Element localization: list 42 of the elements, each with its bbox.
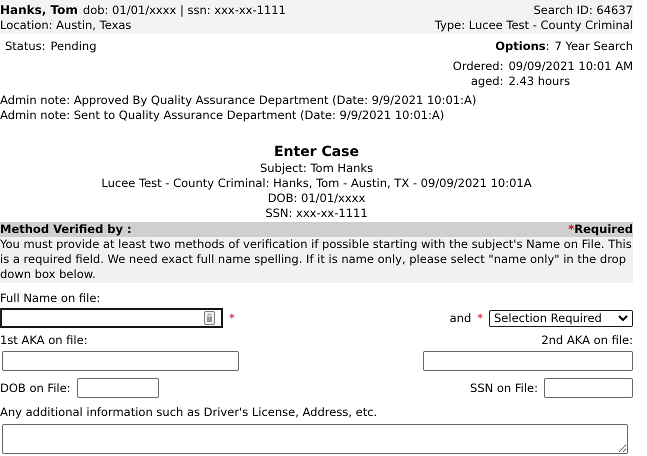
- case-info-line: SSN: xxx-xx-1111: [264, 206, 369, 221]
- options-label: Options: [495, 39, 546, 53]
- ssn-label: SSN on File:: [470, 380, 538, 396]
- aka1-label: 1st AKA on file:: [0, 333, 88, 348]
- status-value: Pending: [50, 39, 97, 53]
- additional-info-label: Any additional information such as Driver's License, Address, etc.: [0, 405, 378, 420]
- location: Location: Austin, Texas: [0, 18, 132, 33]
- subject-name: Hanks, Tom: [0, 3, 78, 17]
- status-label: Status:: [5, 39, 46, 53]
- search-id: Search ID: 64637: [533, 3, 633, 18]
- order-value: 2.43 hours: [508, 74, 572, 89]
- and-label: and: [450, 310, 472, 326]
- case-info-line: DOB: 01/01/xxxx: [266, 191, 366, 206]
- aka2-label: 2nd AKA on file:: [541, 333, 633, 348]
- order-label: aged:: [470, 74, 504, 89]
- full-name-field[interactable]: [0, 308, 223, 328]
- verification-method-select[interactable]: Selection Required: [489, 310, 633, 326]
- required-mark: *: [229, 310, 235, 326]
- method-title: Method Verified by :: [0, 222, 132, 237]
- case-info-line: Subject: Tom Hanks: [258, 161, 374, 176]
- case-title: Enter Case: [272, 143, 360, 161]
- required-note: *Required: [568, 222, 633, 237]
- additional-info-field[interactable]: [2, 424, 628, 454]
- password-manager-icon[interactable]: [204, 311, 215, 325]
- case-info-line: Lucee Test - County Criminal: Hanks, Tom - Austin, TX - 09/09/2021 10:01A: [100, 176, 533, 191]
- instructions-text: You must provide at least two methods of verification if possible starting with the subject's Name on File. This is a required field. We need exact full name spelling. If it is name only, please select "name only" in the drop down box below.: [0, 237, 633, 283]
- options-colon: :: [546, 39, 550, 53]
- full-name-label: Full Name on file:: [0, 291, 102, 306]
- options-value: 7 Year Search: [554, 39, 633, 53]
- search-type: Type: Lucee Test - County Criminal: [434, 18, 633, 33]
- order-label: Ordered:: [452, 59, 504, 74]
- required-mark: *: [477, 310, 483, 326]
- order-value: 09/09/2021 10:01 AM: [508, 59, 633, 74]
- dob-field[interactable]: [76, 378, 159, 398]
- subject-details: dob: 01/01/xxxx | ssn: xxx-xx-1111: [82, 3, 286, 17]
- aka2-field[interactable]: [423, 351, 633, 371]
- dob-label: DOB on File:: [0, 380, 71, 396]
- ssn-field[interactable]: [544, 378, 633, 398]
- admin-note: Admin note: Sent to Quality Assurance Department (Date: 9/9/2021 10:01:A): [0, 108, 446, 123]
- admin-note: Admin note: Approved By Quality Assurance Department (Date: 9/9/2021 10:01:A): [0, 93, 478, 108]
- chevron-down-icon: [618, 314, 628, 322]
- aka1-field[interactable]: [2, 351, 239, 371]
